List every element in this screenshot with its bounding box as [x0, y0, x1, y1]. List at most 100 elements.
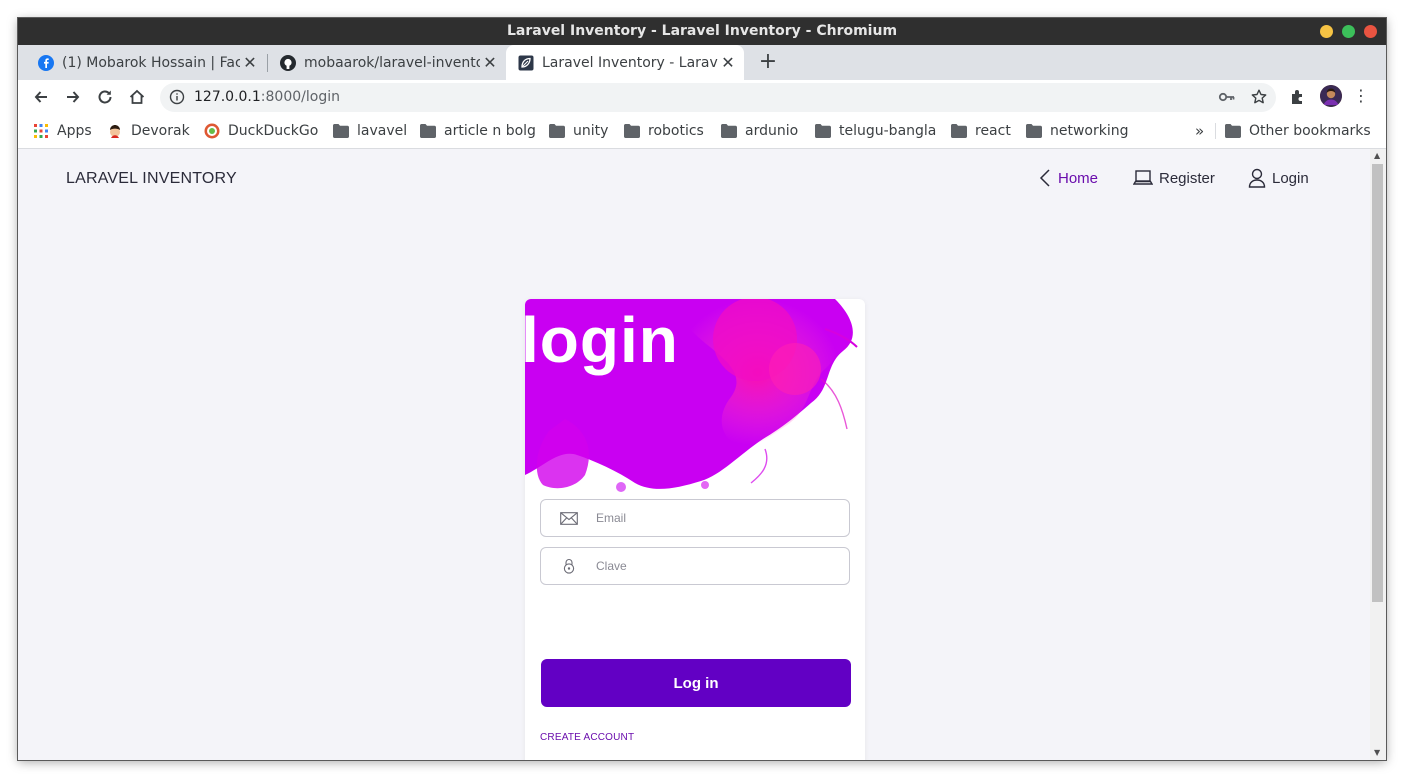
- bookmark-label: Devorak: [131, 122, 190, 139]
- bookmark-label: robotics: [648, 122, 704, 139]
- tab-strip: (1) Mobarok Hossain | Fac ✕ mobaarok/lar…: [18, 45, 1386, 80]
- folder-icon: [1026, 123, 1042, 139]
- close-tab-icon[interactable]: ✕: [240, 53, 260, 72]
- address-bar[interactable]: 127.0.0.1:8000/login: [160, 83, 1276, 112]
- login-button[interactable]: Log in: [541, 659, 851, 707]
- bookmark-label: react: [975, 122, 1011, 139]
- laptop-icon: [1133, 169, 1153, 187]
- forward-icon[interactable]: [61, 85, 85, 109]
- bookmark-label: Other bookmarks: [1249, 122, 1371, 139]
- bookmark-folder-telugu-bangla[interactable]: telugu-bangla: [815, 114, 936, 147]
- close-window-button[interactable]: [1364, 25, 1377, 38]
- bookmark-folder-lavavel[interactable]: lavavel: [333, 114, 407, 147]
- bookmark-folder-react[interactable]: react: [951, 114, 1011, 147]
- email-input[interactable]: [594, 510, 828, 526]
- title-bar: Laravel Inventory - Laravel Inventory - …: [18, 18, 1386, 45]
- bookmark-label: DuckDuckGo: [228, 122, 319, 139]
- url-text: 127.0.0.1:8000/login: [194, 89, 340, 105]
- folder-icon: [549, 123, 565, 139]
- nav-login-label: Login: [1272, 169, 1309, 187]
- folder-icon: [624, 123, 640, 139]
- bookmark-label: lavavel: [357, 122, 408, 139]
- nav-home-label: Home: [1058, 169, 1099, 187]
- bookmark-folder-unity[interactable]: unity: [549, 114, 608, 147]
- nav-register-link[interactable]: Register: [1133, 166, 1215, 190]
- key-icon[interactable]: [1218, 89, 1236, 109]
- site-info-icon[interactable]: [169, 89, 185, 109]
- folder-icon: [815, 123, 831, 139]
- bookmark-folder-networking[interactable]: networking: [1026, 114, 1129, 147]
- tab-label: mobaarok/laravel-invento: [304, 54, 480, 71]
- reload-icon[interactable]: [93, 85, 117, 109]
- tab-github[interactable]: mobaarok/laravel-invento ✕: [268, 45, 506, 80]
- folder-icon: [1225, 123, 1241, 139]
- scrollbar-thumb[interactable]: [1372, 164, 1383, 602]
- close-tab-icon[interactable]: ✕: [718, 53, 738, 72]
- envelope-icon: [558, 511, 580, 525]
- back-icon[interactable]: [29, 85, 53, 109]
- extensions-icon[interactable]: [1289, 88, 1307, 110]
- browser-window: Laravel Inventory - Laravel Inventory - …: [18, 18, 1386, 760]
- apps-grid-icon: [33, 123, 49, 139]
- bookmark-folder-ardunio[interactable]: ardunio: [721, 114, 798, 147]
- chevron-left-icon: [1038, 168, 1052, 188]
- hero-title: login: [525, 304, 679, 376]
- bookmark-label: ardunio: [745, 122, 799, 139]
- brand-logo-text[interactable]: LARAVEL INVENTORY: [66, 170, 237, 188]
- scroll-down-icon[interactable]: ▼: [1374, 748, 1380, 757]
- create-account-link[interactable]: CREATE ACCOUNT: [540, 732, 634, 743]
- browser-toolbar: 127.0.0.1:8000/login ⋮: [18, 80, 1386, 114]
- bookmark-folder-article-n-bolg[interactable]: article n bolg: [420, 114, 536, 147]
- bookmark-label: networking: [1050, 122, 1129, 139]
- maximize-button[interactable]: [1342, 25, 1355, 38]
- login-card: login Log in CREATE ACCOUNT: [525, 299, 865, 760]
- minimize-button[interactable]: [1320, 25, 1333, 38]
- bookmarks-separator: [1215, 123, 1216, 139]
- overflow-chevron-icon: »: [1195, 121, 1205, 140]
- avatar-icon: [107, 123, 123, 139]
- nav-home-link[interactable]: Home: [1038, 166, 1098, 190]
- url-path: :8000/login: [260, 89, 340, 105]
- folder-icon: [721, 123, 737, 139]
- star-icon[interactable]: [1250, 88, 1268, 110]
- lock-icon: [558, 558, 580, 574]
- bookmark-devorak[interactable]: Devorak: [107, 114, 190, 147]
- folder-icon: [333, 123, 349, 139]
- page-content: LARAVEL INVENTORY Home Register Login lo…: [18, 149, 1370, 760]
- profile-avatar[interactable]: [1320, 85, 1342, 107]
- bookmark-duckduckgo[interactable]: DuckDuckGo: [204, 114, 318, 147]
- nav-register-label: Register: [1159, 169, 1215, 187]
- home-icon[interactable]: [125, 85, 149, 109]
- bookmark-other[interactable]: Other bookmarks: [1225, 114, 1371, 147]
- hero-ink-image: login: [525, 299, 865, 495]
- folder-icon: [951, 123, 967, 139]
- bookmarks-overflow-button[interactable]: »: [1195, 114, 1204, 147]
- scroll-up-icon[interactable]: ▲: [1374, 151, 1380, 160]
- bookmarks-bar: Apps Devorak DuckDuckGo lavavel article …: [18, 114, 1386, 149]
- tab-facebook[interactable]: (1) Mobarok Hossain | Fac ✕: [26, 45, 266, 80]
- url-host: 127.0.0.1: [194, 89, 261, 105]
- user-icon: [1248, 168, 1266, 188]
- close-tab-icon[interactable]: ✕: [480, 53, 500, 72]
- facebook-icon: [38, 54, 54, 71]
- bookmark-folder-robotics[interactable]: robotics: [624, 114, 704, 147]
- nav-login-link[interactable]: Login: [1248, 166, 1309, 190]
- email-field[interactable]: [540, 499, 850, 537]
- bookmark-apps[interactable]: Apps: [33, 114, 92, 147]
- duckduckgo-icon: [204, 123, 220, 139]
- github-icon: [280, 54, 296, 71]
- password-input[interactable]: [594, 558, 828, 574]
- tab-laravel-inventory[interactable]: Laravel Inventory - Laravel ✕: [506, 45, 744, 80]
- leaf-icon: [518, 55, 534, 71]
- bookmark-label: Apps: [57, 122, 92, 139]
- password-field[interactable]: [540, 547, 850, 585]
- tab-label: Laravel Inventory - Laravel: [542, 54, 718, 71]
- bookmark-label: telugu-bangla: [839, 122, 937, 139]
- bookmark-label: unity: [573, 122, 609, 139]
- page-scrollbar[interactable]: ▲ ▼: [1370, 149, 1386, 760]
- new-tab-button[interactable]: +: [756, 45, 780, 80]
- menu-icon[interactable]: ⋮: [1353, 87, 1369, 105]
- bookmark-label: article n bolg: [444, 122, 536, 139]
- folder-icon: [420, 123, 436, 139]
- window-title: Laravel Inventory - Laravel Inventory - …: [506, 23, 898, 39]
